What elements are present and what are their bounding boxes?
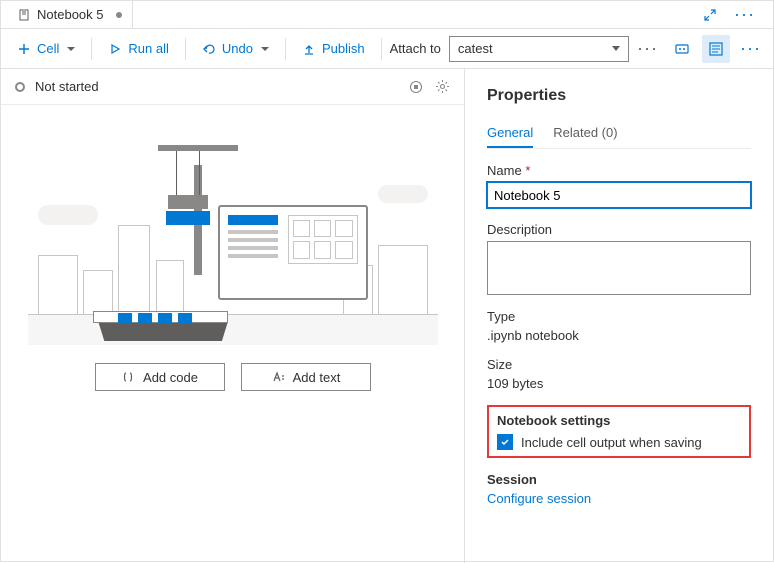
notebook-settings-label: Notebook settings — [497, 413, 741, 428]
type-label: Type — [487, 309, 751, 324]
attach-label: Attach to — [390, 41, 441, 56]
session-label: Session — [487, 472, 751, 487]
add-code-label: Add code — [143, 370, 198, 385]
gear-icon[interactable] — [434, 79, 450, 95]
stop-icon[interactable] — [408, 79, 424, 95]
add-text-button[interactable]: Add text — [241, 363, 371, 391]
unsaved-dot-icon — [116, 12, 122, 18]
expand-icon[interactable] — [702, 7, 718, 23]
size-label: Size — [487, 357, 751, 372]
status-dot-icon — [15, 82, 25, 92]
text-icon — [271, 370, 285, 384]
cell-button[interactable]: Cell — [9, 37, 83, 60]
notebook-tab[interactable]: Notebook 5 — [7, 1, 133, 28]
variables-button[interactable] — [668, 35, 696, 63]
description-label: Description — [487, 222, 751, 237]
add-code-button[interactable]: Add code — [95, 363, 225, 391]
type-value: .ipynb notebook — [487, 328, 751, 343]
cell-label: Cell — [37, 41, 59, 56]
undo-button[interactable]: Undo — [194, 37, 277, 60]
description-input[interactable] — [487, 241, 751, 295]
attach-select[interactable]: catest — [449, 36, 629, 62]
status-text: Not started — [35, 79, 99, 94]
tab-title: Notebook 5 — [37, 7, 104, 22]
size-value: 109 bytes — [487, 376, 751, 391]
include-output-checkbox[interactable] — [497, 434, 513, 450]
add-text-label: Add text — [293, 370, 341, 385]
plus-icon — [17, 42, 31, 56]
include-output-label: Include cell output when saving — [521, 435, 702, 450]
publish-button[interactable]: Publish — [294, 37, 373, 60]
run-all-button[interactable]: Run all — [100, 37, 176, 60]
undo-icon — [202, 42, 216, 56]
code-icon — [121, 370, 135, 384]
undo-label: Undo — [222, 41, 253, 56]
run-all-label: Run all — [128, 41, 168, 56]
publish-label: Publish — [322, 41, 365, 56]
name-input[interactable] — [487, 182, 751, 208]
notebook-icon — [17, 8, 31, 22]
tab-more-icon[interactable]: ··· — [730, 4, 759, 25]
configure-session-link[interactable]: Configure session — [487, 491, 751, 506]
notebook-settings-highlight: Notebook settings Include cell output wh… — [487, 405, 751, 458]
attach-value: catest — [458, 41, 493, 56]
toolbar-more-icon[interactable]: ··· — [633, 38, 662, 59]
play-icon — [108, 42, 122, 56]
tab-general[interactable]: General — [487, 119, 533, 148]
tab-related[interactable]: Related (0) — [553, 119, 617, 148]
toolbar-more-2-icon[interactable]: ··· — [736, 38, 765, 59]
publish-icon — [302, 42, 316, 56]
properties-title: Properties — [487, 87, 751, 105]
name-label: Name * — [487, 163, 751, 178]
properties-button[interactable] — [702, 35, 730, 63]
empty-state-illustration — [28, 125, 438, 345]
